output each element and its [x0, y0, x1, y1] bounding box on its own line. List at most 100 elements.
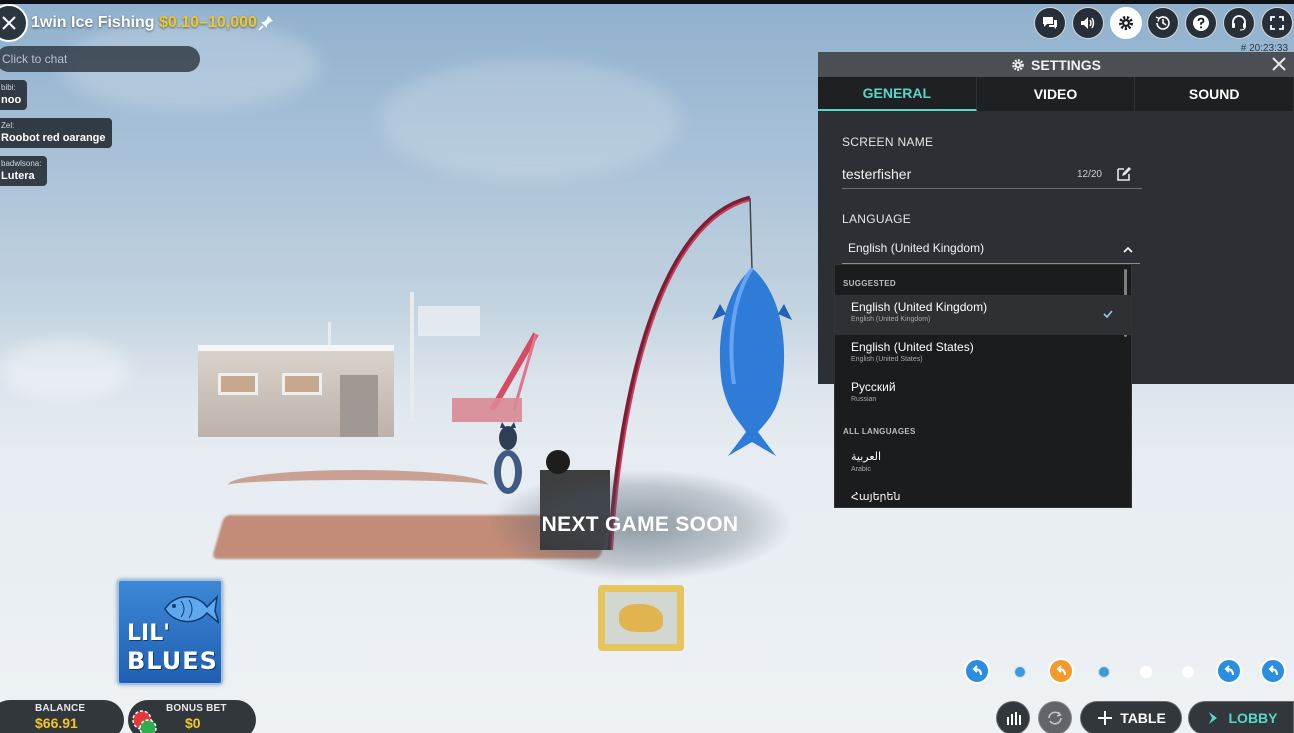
chat-icon	[1043, 17, 1057, 29]
table-label: TABLE	[1120, 710, 1166, 726]
bet-range: $0.10–10,000	[159, 14, 257, 31]
language-option-ru[interactable]: Русский Russian	[835, 375, 1131, 415]
balance-value: $66.91	[35, 715, 78, 731]
history-dot-small	[1098, 666, 1110, 678]
language-option-name: Русский	[851, 380, 896, 394]
screen-name-value: testerfisher	[842, 166, 912, 182]
chips-icon	[132, 710, 157, 733]
help-button[interactable]	[1185, 7, 1217, 39]
chevron-up-icon	[1123, 246, 1133, 253]
language-option-name: English (United Kingdom)	[851, 300, 988, 314]
edit-icon[interactable]	[1116, 166, 1132, 182]
language-select[interactable]: English (United Kingdom)	[842, 238, 1140, 264]
chat-username: bibi:	[1, 83, 16, 92]
language-option-name: العربية	[851, 451, 882, 463]
history-dot[interactable]	[964, 658, 990, 684]
language-option-sub: Arabic	[851, 466, 871, 473]
history-dot-small	[1014, 666, 1026, 678]
settings-title: SETTINGS	[1030, 56, 1101, 73]
close-icon	[2, 16, 16, 30]
balance-label: BALANCE	[35, 703, 86, 714]
language-option-sub: English (United Kingdom)	[851, 316, 931, 323]
sound-button[interactable]	[1072, 7, 1104, 39]
ice-hut	[198, 345, 394, 437]
framed-picture	[598, 585, 684, 651]
language-dropdown: SUGGESTED English (United Kingdom) Engli…	[834, 264, 1132, 508]
volume-icon	[1081, 17, 1095, 29]
cloud	[0, 340, 130, 400]
tab-sound[interactable]: SOUND	[1135, 77, 1294, 111]
fullscreen-icon	[1270, 16, 1284, 30]
language-option-name: Հայերեն	[851, 491, 901, 503]
history-icon	[1155, 16, 1170, 30]
language-option-en-gb[interactable]: English (United Kingdom) English (United…	[835, 295, 1131, 335]
chat-message: Zel: Roobot red oarange	[0, 118, 112, 148]
game-title: 1win Ice Fishing $0.10–10,000	[31, 14, 257, 32]
help-icon	[1193, 15, 1209, 31]
tab-general[interactable]: GENERAL	[818, 77, 977, 111]
lil-blues-promo-tile[interactable]: LIL' BLUES	[117, 579, 223, 685]
balance-display: BALANCE $66.91	[0, 700, 124, 733]
suggested-section-label: SUGGESTED	[843, 279, 896, 288]
plus-icon	[1098, 711, 1113, 725]
chat-message: bibi: noo	[0, 80, 28, 110]
history-dot-small	[1140, 666, 1152, 678]
support-headset-icon	[1232, 15, 1246, 31]
hooked-fish	[712, 266, 792, 456]
settings-header: SETTINGS	[818, 52, 1294, 77]
history-dot-small	[1182, 666, 1194, 678]
cloud	[380, 60, 680, 180]
history-dot[interactable]	[1260, 658, 1286, 684]
language-option-ar[interactable]: العربية Arabic	[835, 445, 1131, 485]
lobby-label: LOBBY	[1228, 710, 1278, 726]
tab-video[interactable]: VIDEO	[977, 77, 1136, 111]
promo-line1: LIL'	[127, 621, 170, 646]
fullscreen-button[interactable]	[1261, 7, 1293, 39]
chat-message: badwlsona: Lutera	[0, 156, 48, 186]
chat-username: badwlsona:	[1, 159, 42, 168]
lobby-button[interactable]: LOBBY	[1188, 701, 1294, 733]
return-arrow-icon	[1056, 665, 1066, 676]
return-arrow-icon	[972, 665, 982, 676]
return-arrow-icon	[1268, 665, 1278, 676]
hut-door	[340, 375, 378, 437]
gear-icon	[1012, 58, 1024, 71]
language-option-name: English (United States)	[851, 340, 974, 354]
promo-line2: BLUES	[127, 647, 218, 675]
bonus-bet-label: BONUS BET	[166, 703, 227, 714]
crane-structure	[452, 332, 539, 422]
screen-name-field[interactable]: testerfisher 12/20	[842, 162, 1142, 189]
chat-input[interactable]: Click to chat	[0, 46, 200, 72]
statistics-button[interactable]	[996, 701, 1030, 733]
chat-username: Zel:	[1, 121, 15, 130]
screen-name-counter: 12/20	[1076, 169, 1102, 180]
repeat-bet-button[interactable]	[1038, 701, 1072, 733]
chat-text: Lutera	[1, 170, 35, 182]
chat-text: Roobot red oarange	[1, 132, 106, 144]
chat-toggle-button[interactable]	[1034, 7, 1066, 39]
chat-text: noo	[1, 94, 22, 106]
game-status-message: NEXT GAME SOON	[490, 470, 790, 580]
history-dot[interactable]	[1216, 658, 1242, 684]
language-option-hy[interactable]: Հայերեն	[835, 485, 1131, 507]
settings-button[interactable]	[1110, 7, 1142, 39]
framed-fish	[619, 604, 663, 632]
settings-close-icon[interactable]	[1269, 54, 1289, 74]
history-button[interactable]	[1147, 7, 1179, 39]
chat-placeholder: Click to chat	[2, 52, 68, 66]
window-top-edge	[0, 0, 1294, 4]
language-option-sub: Russian	[851, 396, 877, 403]
table-button[interactable]: TABLE	[1080, 701, 1182, 733]
game-name: 1win Ice Fishing	[31, 14, 155, 31]
bar-chart-icon	[1007, 712, 1021, 725]
history-dot[interactable]	[1048, 658, 1074, 684]
pin-icon[interactable]	[258, 15, 274, 31]
settings-tabs: GENERAL VIDEO SOUND	[818, 77, 1294, 111]
language-option-en-us[interactable]: English (United States) English (United …	[835, 335, 1131, 375]
hut-window	[282, 373, 322, 395]
ice-path	[228, 470, 488, 500]
support-button[interactable]	[1223, 7, 1255, 39]
lobby-arrow-icon	[1208, 712, 1217, 724]
hut-window	[218, 373, 258, 395]
round-history-row	[962, 658, 1294, 686]
